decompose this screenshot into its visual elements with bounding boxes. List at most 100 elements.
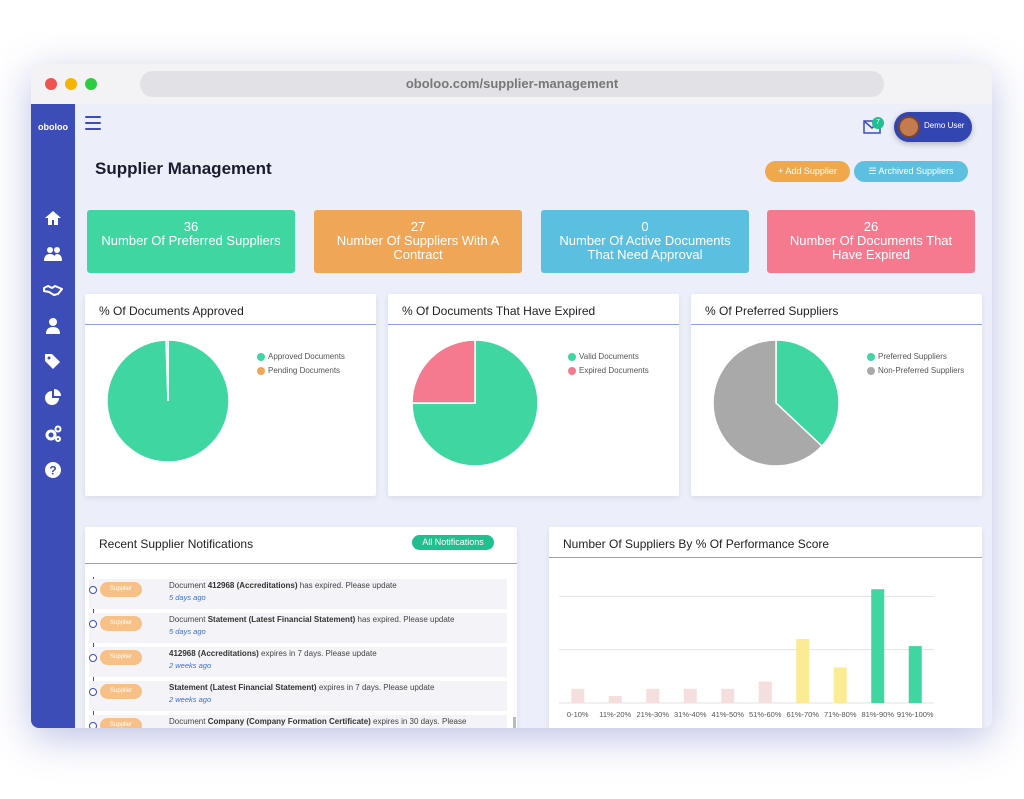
notification-time: 2 weeks ago xyxy=(169,661,211,670)
stat-value: 36 xyxy=(87,220,295,234)
supplier-tag: Supplier xyxy=(100,582,142,597)
x-tick-label: 81%-90% xyxy=(861,710,894,719)
x-tick-label: 71%-80% xyxy=(824,710,857,719)
supplier-tag: Supplier xyxy=(100,718,142,728)
documents-expired-card: % Of Documents That Have Expired Valid D… xyxy=(388,294,679,496)
stat-card-documents-expired[interactable]: 26 Number Of Documents That Have Expired xyxy=(767,210,975,273)
user-menu[interactable]: Demo User xyxy=(894,112,972,142)
notification-item[interactable]: Supplier Document 412968 (Accreditations… xyxy=(89,579,507,609)
legend-item[interactable]: Expired Documents xyxy=(568,364,649,378)
handshake-icon[interactable] xyxy=(43,280,63,300)
list-icon: ☰ xyxy=(868,166,878,176)
home-icon[interactable] xyxy=(43,208,63,228)
svg-text:?: ? xyxy=(49,464,56,478)
bar-41%-50%[interactable] xyxy=(721,689,734,703)
notification-item[interactable]: Supplier Document Company (Company Forma… xyxy=(89,715,507,728)
pie-legend: Valid Documents Expired Documents xyxy=(568,350,649,378)
user-name: Demo User xyxy=(924,121,964,130)
browser-titlebar: oboloo.com/supplier-management xyxy=(31,64,992,104)
bar-61%-70%[interactable] xyxy=(796,639,809,703)
notification-item[interactable]: Supplier 412968 (Accreditations) expires… xyxy=(89,647,507,677)
preferred-suppliers-card: % Of Preferred Suppliers Preferred Suppl… xyxy=(691,294,982,496)
x-tick-label: 51%-60% xyxy=(749,710,782,719)
x-tick-label: 31%-40% xyxy=(674,710,707,719)
x-tick-label: 41%-50% xyxy=(711,710,744,719)
stat-label: Number Of Active Documents That Need App… xyxy=(541,234,749,262)
stat-label: Number Of Preferred Suppliers xyxy=(87,234,295,248)
pie-legend: Preferred Suppliers Non-Preferred Suppli… xyxy=(867,350,964,378)
notification-item[interactable]: Supplier Statement (Latest Financial Sta… xyxy=(89,681,507,711)
avatar xyxy=(898,116,920,138)
tags-icon[interactable] xyxy=(43,352,63,372)
user-icon[interactable] xyxy=(43,316,63,336)
notification-item[interactable]: Supplier Document Statement (Latest Fina… xyxy=(89,613,507,643)
x-tick-label: 0-10% xyxy=(567,710,589,719)
archived-suppliers-button[interactable]: ☰ Archived Suppliers xyxy=(854,161,968,182)
notification-text: Document 412968 (Accreditations) has exp… xyxy=(169,581,397,590)
pie-slice-expired-documents[interactable] xyxy=(412,340,475,403)
bar-51%-60%[interactable] xyxy=(759,682,772,703)
timeline-dot xyxy=(89,722,97,728)
notification-text: 412968 (Accreditations) expires in 7 day… xyxy=(169,649,377,658)
legend-item[interactable]: Non-Preferred Suppliers xyxy=(867,364,964,378)
performance-score-card: Number Of Suppliers By % Of Performance … xyxy=(549,527,982,728)
stat-card-suppliers-with-contract[interactable]: 27 Number Of Suppliers With A Contract xyxy=(314,210,522,273)
help-icon[interactable]: ? xyxy=(43,460,63,480)
maximize-window-button[interactable] xyxy=(85,78,97,90)
card-title: % Of Documents Approved xyxy=(99,304,244,318)
brand-logo[interactable]: oboloo xyxy=(31,122,75,132)
stat-value: 27 xyxy=(314,220,522,234)
legend-item[interactable]: Pending Documents xyxy=(257,364,345,378)
notification-time: 5 days ago xyxy=(169,627,206,636)
x-tick-label: 61%-70% xyxy=(786,710,819,719)
documents-approved-pie xyxy=(105,338,231,464)
stat-value: 26 xyxy=(767,220,975,234)
bar-31%-40%[interactable] xyxy=(684,689,697,703)
stat-card-preferred-suppliers[interactable]: 36 Number Of Preferred Suppliers xyxy=(87,210,295,273)
documents-approved-card: % Of Documents Approved Approved Documen… xyxy=(85,294,376,496)
x-tick-label: 91%-100% xyxy=(897,710,934,719)
notification-text: Statement (Latest Financial Statement) e… xyxy=(169,683,434,692)
supplier-tag: Supplier xyxy=(100,650,142,665)
legend-item[interactable]: Approved Documents xyxy=(257,350,345,364)
legend-item[interactable]: Valid Documents xyxy=(568,350,649,364)
timeline-dot xyxy=(89,586,97,594)
bar-0-10%[interactable] xyxy=(571,689,584,703)
scrollbar[interactable] xyxy=(513,717,516,728)
bar-81%-90%[interactable] xyxy=(871,589,884,703)
stat-label: Number Of Suppliers With A Contract xyxy=(314,234,522,262)
users-icon[interactable] xyxy=(43,244,63,264)
mail-count-badge: 7 xyxy=(872,117,884,129)
card-title: % Of Preferred Suppliers xyxy=(705,304,838,318)
card-title: % Of Documents That Have Expired xyxy=(402,304,595,318)
close-window-button[interactable] xyxy=(45,78,57,90)
legend-item[interactable]: Preferred Suppliers xyxy=(867,350,964,364)
stat-value: 0 xyxy=(541,220,749,234)
timeline-dot xyxy=(89,620,97,628)
notification-time: 2 weeks ago xyxy=(169,695,211,704)
all-notifications-button[interactable]: All Notifications xyxy=(412,535,494,550)
performance-score-bar-chart: 0-10%11%-20%21%-30%31%-40%41%-50%51%-60%… xyxy=(549,567,982,728)
preferred-suppliers-pie xyxy=(711,338,841,468)
bar-91%-100%[interactable] xyxy=(909,646,922,703)
stat-label: Number Of Documents That Have Expired xyxy=(767,234,975,262)
supplier-tag: Supplier xyxy=(100,684,142,699)
stat-card-documents-need-approval[interactable]: 0 Number Of Active Documents That Need A… xyxy=(541,210,749,273)
notification-text: Document Company (Company Formation Cert… xyxy=(169,717,466,726)
bar-21%-30%[interactable] xyxy=(646,689,659,703)
bar-71%-80%[interactable] xyxy=(834,667,847,703)
add-supplier-button[interactable]: + Add Supplier xyxy=(765,161,850,182)
pie-legend: Approved Documents Pending Documents xyxy=(257,350,345,378)
documents-expired-pie xyxy=(410,338,540,468)
minimize-window-button[interactable] xyxy=(65,78,77,90)
notifications-card: Recent Supplier Notifications All Notifi… xyxy=(85,527,517,728)
main-content: 7 Demo User Supplier Management + Add Su… xyxy=(75,104,992,728)
menu-toggle-icon[interactable] xyxy=(85,116,101,130)
url-bar[interactable]: oboloo.com/supplier-management xyxy=(140,71,884,97)
settings-icon[interactable] xyxy=(43,424,63,444)
archived-suppliers-label: Archived Suppliers xyxy=(879,166,954,176)
bar-11%-20%[interactable] xyxy=(609,696,622,703)
page-title: Supplier Management xyxy=(95,159,272,179)
notification-text: Document Statement (Latest Financial Sta… xyxy=(169,615,454,624)
pie-chart-icon[interactable] xyxy=(43,388,63,408)
